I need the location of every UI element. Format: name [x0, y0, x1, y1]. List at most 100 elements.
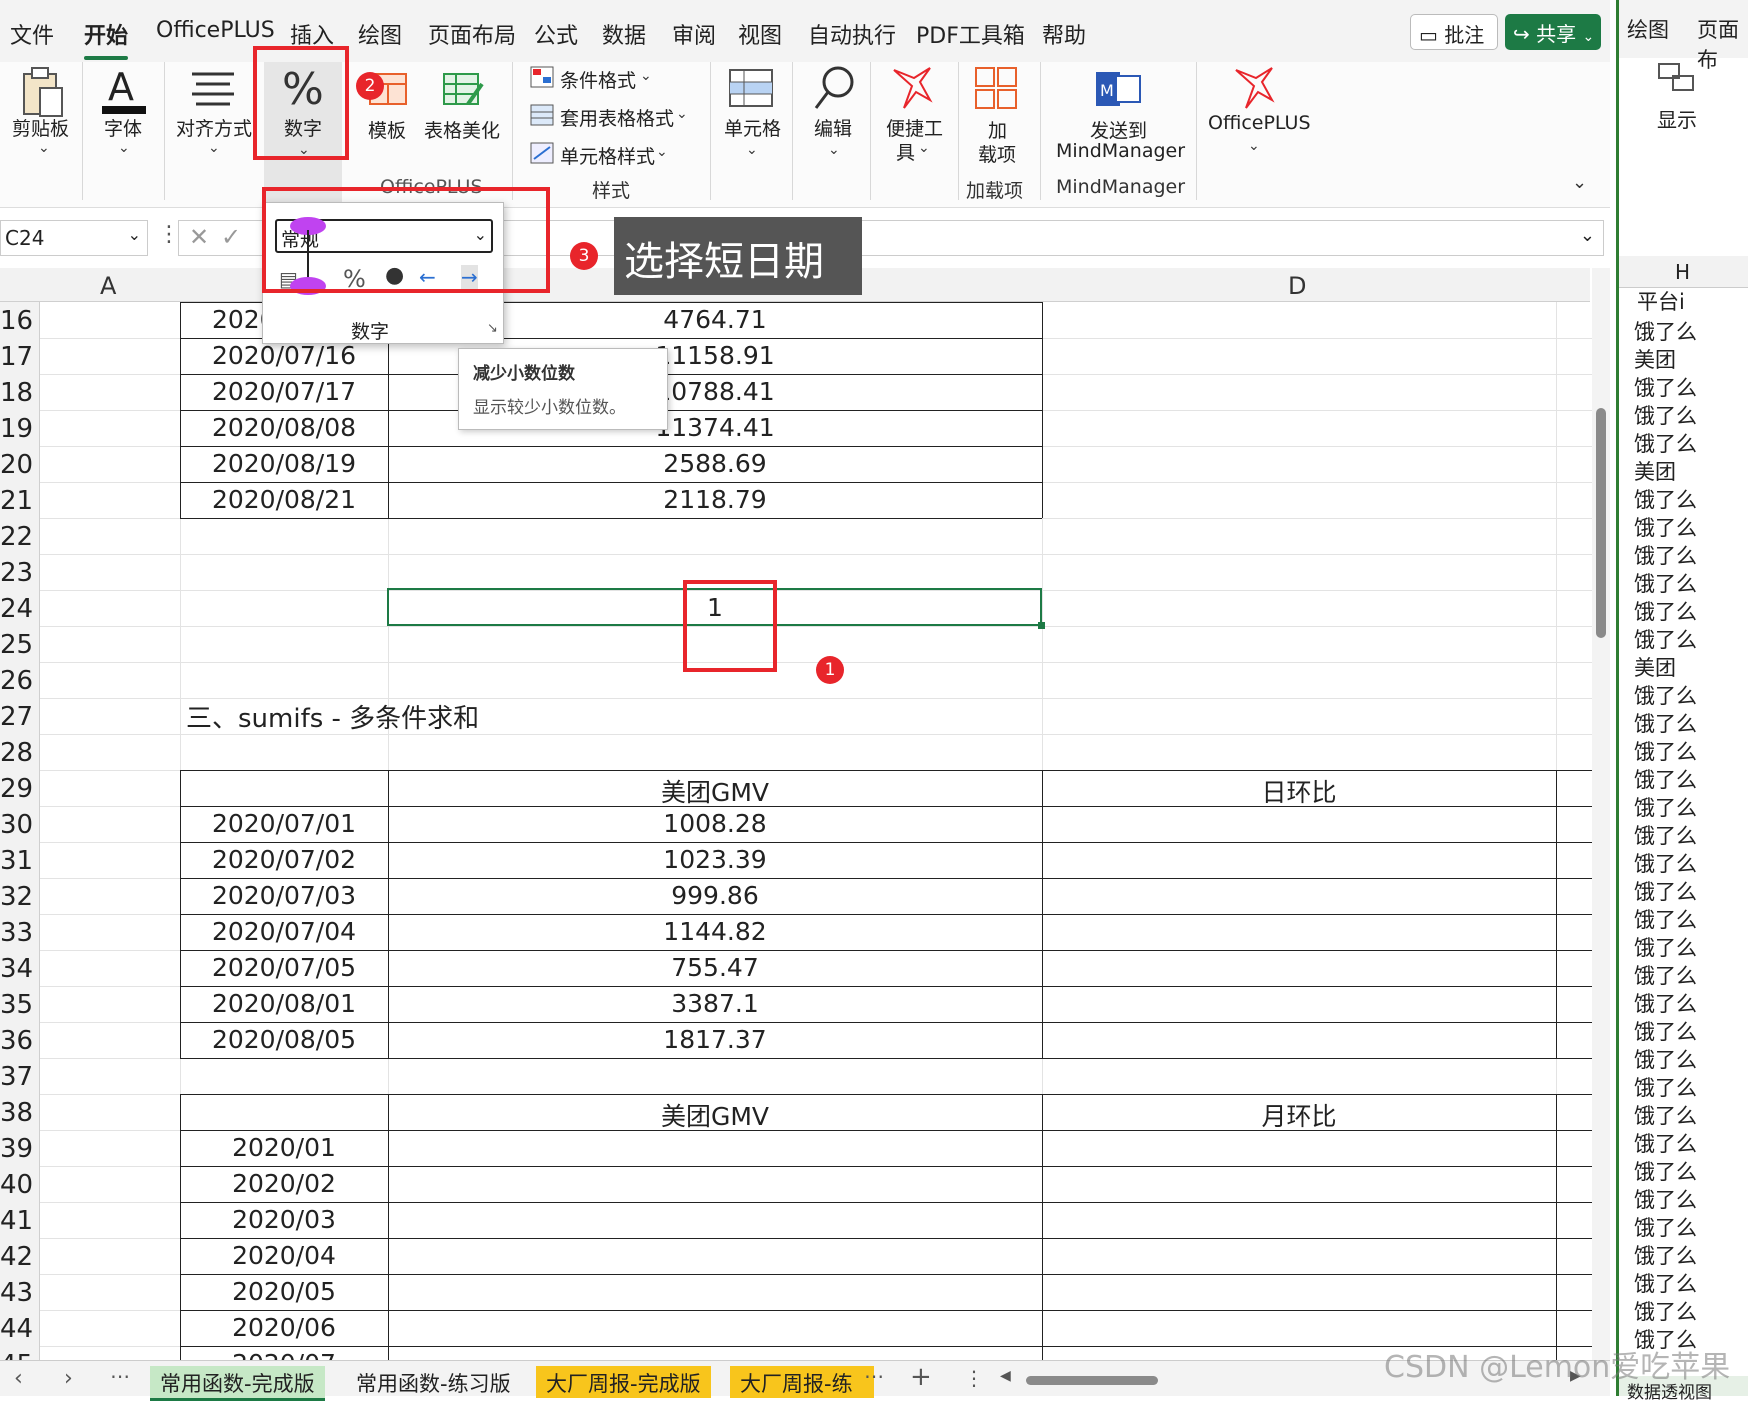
menu-view[interactable]: 视图 [738, 18, 782, 50]
value-cell[interactable]: 1008.28 [388, 809, 1042, 838]
sheet-tab-weekly-practice[interactable]: 大厂周报-练 [730, 1366, 874, 1398]
table-beautify-button[interactable]: 表格美化 [424, 116, 500, 143]
row-header[interactable]: 30 [0, 810, 44, 846]
row-header[interactable]: 27 [0, 702, 44, 738]
row-header[interactable]: 18 [0, 378, 44, 414]
date-cell[interactable]: 2020/07/02 [180, 845, 388, 874]
row-header[interactable]: 24 [0, 594, 44, 630]
platform-cell[interactable]: 饿了么 [1634, 316, 1697, 346]
comment-button[interactable]: ▭ 批注 [1410, 14, 1498, 50]
tab-options-icon[interactable]: ⋮ [964, 1366, 984, 1390]
column-header-a[interactable]: A [100, 272, 116, 300]
date-cell[interactable]: 2020/07/03 [180, 881, 388, 910]
menu-draw[interactable]: 绘图 [358, 18, 402, 50]
quick-tools-button[interactable]: 便捷工 [886, 114, 943, 141]
row-header[interactable]: 16 [0, 306, 44, 342]
scrollbar-thumb[interactable] [1596, 408, 1606, 638]
platform-cell[interactable]: 饿了么 [1634, 708, 1697, 738]
platform-cell[interactable]: 饿了么 [1634, 764, 1697, 794]
share-button[interactable]: ↪ 共享 ⌄ [1505, 14, 1601, 50]
value-cell[interactable]: 3387.1 [388, 989, 1042, 1018]
date-cell[interactable]: 2020/08/21 [180, 485, 388, 514]
value-cell[interactable]: 1817.37 [388, 1025, 1042, 1054]
platform-cell[interactable]: 美团 [1634, 344, 1676, 374]
value-cell[interactable]: 755.47 [388, 953, 1042, 982]
platform-cell[interactable]: 饿了么 [1634, 1044, 1697, 1074]
sheet-tab-weekly-complete[interactable]: 大厂周报-完成版 [536, 1366, 711, 1398]
menu-formulas[interactable]: 公式 [534, 18, 578, 50]
fill-handle[interactable] [1038, 622, 1045, 629]
value-cell[interactable]: 1144.82 [388, 917, 1042, 946]
row-header[interactable]: 40 [0, 1170, 44, 1206]
platform-cell[interactable]: 饿了么 [1634, 988, 1697, 1018]
menu-automate[interactable]: 自动执行 [808, 18, 896, 50]
platform-cell[interactable]: 饿了么 [1634, 960, 1697, 990]
add-sheet-icon[interactable]: + [910, 1362, 932, 1392]
row-header[interactable]: 38 [0, 1098, 44, 1134]
menu-draw-2[interactable]: 绘图 [1627, 14, 1669, 44]
platform-cell[interactable]: 饿了么 [1634, 540, 1697, 570]
date-cell[interactable]: 2020/08/05 [180, 1025, 388, 1054]
platform-cell[interactable]: 饿了么 [1634, 848, 1697, 878]
row-header[interactable]: 17 [0, 342, 44, 378]
date-cell[interactable]: 2020/07/17 [180, 377, 388, 406]
date-cell[interactable]: 2020/07/16 [180, 341, 388, 370]
date-cell[interactable]: 2020/07/04 [180, 917, 388, 946]
row-header[interactable]: 28 [0, 738, 44, 774]
display-button[interactable]: 显示 [1657, 104, 1697, 133]
header-gmv[interactable]: 美团GMV [388, 773, 1042, 809]
platform-cell[interactable]: 饿了么 [1634, 736, 1697, 766]
collapse-ribbon-icon[interactable]: ⌄ [1572, 172, 1587, 193]
alignment-button[interactable]: 对齐方式 [176, 114, 252, 141]
row-header[interactable]: 31 [0, 846, 44, 882]
column-header-h[interactable]: H [1675, 260, 1690, 284]
next-sheet-icon[interactable]: › [64, 1366, 73, 1391]
platform-cell[interactable]: 饿了么 [1634, 680, 1697, 710]
month-cell[interactable]: 2020/01 [200, 1133, 368, 1162]
row-header[interactable]: 42 [0, 1242, 44, 1278]
platform-cell[interactable]: 饿了么 [1634, 1100, 1697, 1130]
month-cell[interactable]: 2020/03 [200, 1205, 368, 1234]
platform-cell[interactable]: 饿了么 [1634, 820, 1697, 850]
date-cell[interactable]: 2020/07/05 [180, 953, 388, 982]
platform-cell[interactable]: 美团 [1634, 652, 1676, 682]
platform-cell[interactable]: 饿了么 [1634, 792, 1697, 822]
platform-cell[interactable]: 饿了么 [1634, 1240, 1697, 1270]
column-header-d[interactable]: D [1288, 272, 1306, 300]
menu-help[interactable]: 帮助 [1042, 18, 1086, 50]
platform-cell[interactable]: 饿了么 [1634, 372, 1697, 402]
name-box[interactable]: C24 ⌄ [0, 220, 148, 256]
row-header[interactable]: 19 [0, 414, 44, 450]
expand-formula-icon[interactable]: ⌄ [1580, 225, 1595, 246]
clipboard-button[interactable]: 剪贴板 [12, 114, 69, 141]
row-header[interactable]: 35 [0, 990, 44, 1026]
row-header[interactable]: 21 [0, 486, 44, 522]
prev-sheet-icon[interactable]: ‹ [14, 1366, 23, 1391]
cell-styles-button[interactable]: 单元格样式 [560, 142, 655, 169]
format-as-table-button[interactable]: 套用表格格式 [560, 104, 674, 131]
date-cell[interactable]: 2020/08/19 [180, 449, 388, 478]
row-header[interactable]: 44 [0, 1314, 44, 1350]
sheet-tab-practice[interactable]: 常用函数-练习版 [346, 1366, 521, 1398]
row-header[interactable]: 29 [0, 774, 44, 810]
row-header[interactable]: 34 [0, 954, 44, 990]
h-scrollbar-thumb[interactable] [1026, 1376, 1158, 1385]
platform-cell[interactable]: 饿了么 [1634, 1156, 1697, 1186]
cells-button[interactable]: 单元格 [724, 114, 781, 141]
platform-cell[interactable]: 饿了么 [1634, 876, 1697, 906]
cancel-icon[interactable]: ✕ [189, 223, 209, 251]
date-cell[interactable]: 2020/08/08 [180, 413, 388, 442]
platform-cell[interactable]: 饿了么 [1634, 1128, 1697, 1158]
value-cell[interactable]: 1023.39 [388, 845, 1042, 874]
header-monthly-ratio[interactable]: 月环比 [1042, 1097, 1556, 1133]
date-cell[interactable]: 2020/08/01 [180, 989, 388, 1018]
platform-cell[interactable]: 美团 [1634, 456, 1676, 486]
row-header[interactable]: 20 [0, 450, 44, 486]
row-header[interactable]: 26 [0, 666, 44, 702]
menu-page-layout[interactable]: 页面布局 [428, 18, 516, 50]
row-header[interactable]: 39 [0, 1134, 44, 1170]
font-button[interactable]: 字体 [104, 114, 142, 141]
month-cell[interactable]: 2020/02 [200, 1169, 368, 1198]
enter-icon[interactable]: ✓ [221, 223, 241, 251]
row-header[interactable]: 25 [0, 630, 44, 666]
